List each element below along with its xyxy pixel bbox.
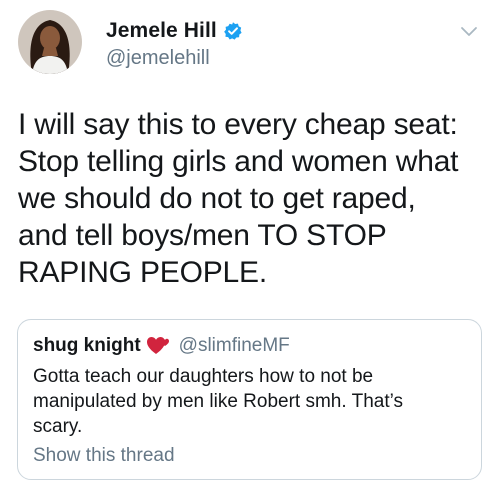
two-hearts-icon: [146, 335, 171, 357]
tweet-text-line: we should do not to get raped,: [18, 182, 416, 215]
tweet-text-line: and tell boys/men TO STOP: [18, 219, 387, 252]
quoted-tweet-card[interactable]: shug knight @slimfineMF Gotta teach our …: [17, 319, 482, 480]
quoted-author-name: shug knight: [33, 335, 141, 356]
verified-badge-icon: [223, 21, 243, 41]
tweet-card: Jemele Hill @jemelehill I will say this …: [0, 0, 500, 502]
tweet-text-line: RAPING PEOPLE.: [18, 256, 267, 289]
author-display-name[interactable]: Jemele Hill: [106, 19, 217, 43]
quoted-tweet-text: Gotta teach our daughters how to not be …: [33, 364, 463, 439]
tweet-text-line: I will say this to every cheap seat:: [18, 108, 458, 141]
quoted-text-line: scary.: [33, 416, 83, 437]
chevron-down-icon[interactable]: [458, 20, 480, 42]
avatar[interactable]: [18, 10, 82, 74]
quoted-tweet-header: shug knight @slimfineMF: [33, 334, 290, 358]
tweet-text-line: Stop telling girls and women what: [18, 145, 459, 178]
quoted-author-handle: @slimfineMF: [178, 335, 290, 356]
author-handle[interactable]: @jemelehill: [106, 47, 210, 70]
author-name-row: Jemele Hill: [106, 18, 243, 44]
quoted-text-line: Gotta teach our daughters how to not be: [33, 366, 374, 387]
quoted-text-line: manipulated by men like Robert smh. That…: [33, 391, 403, 412]
tweet-text: I will say this to every cheap seat: Sto…: [18, 106, 488, 291]
show-thread-link[interactable]: Show this thread: [33, 445, 175, 467]
